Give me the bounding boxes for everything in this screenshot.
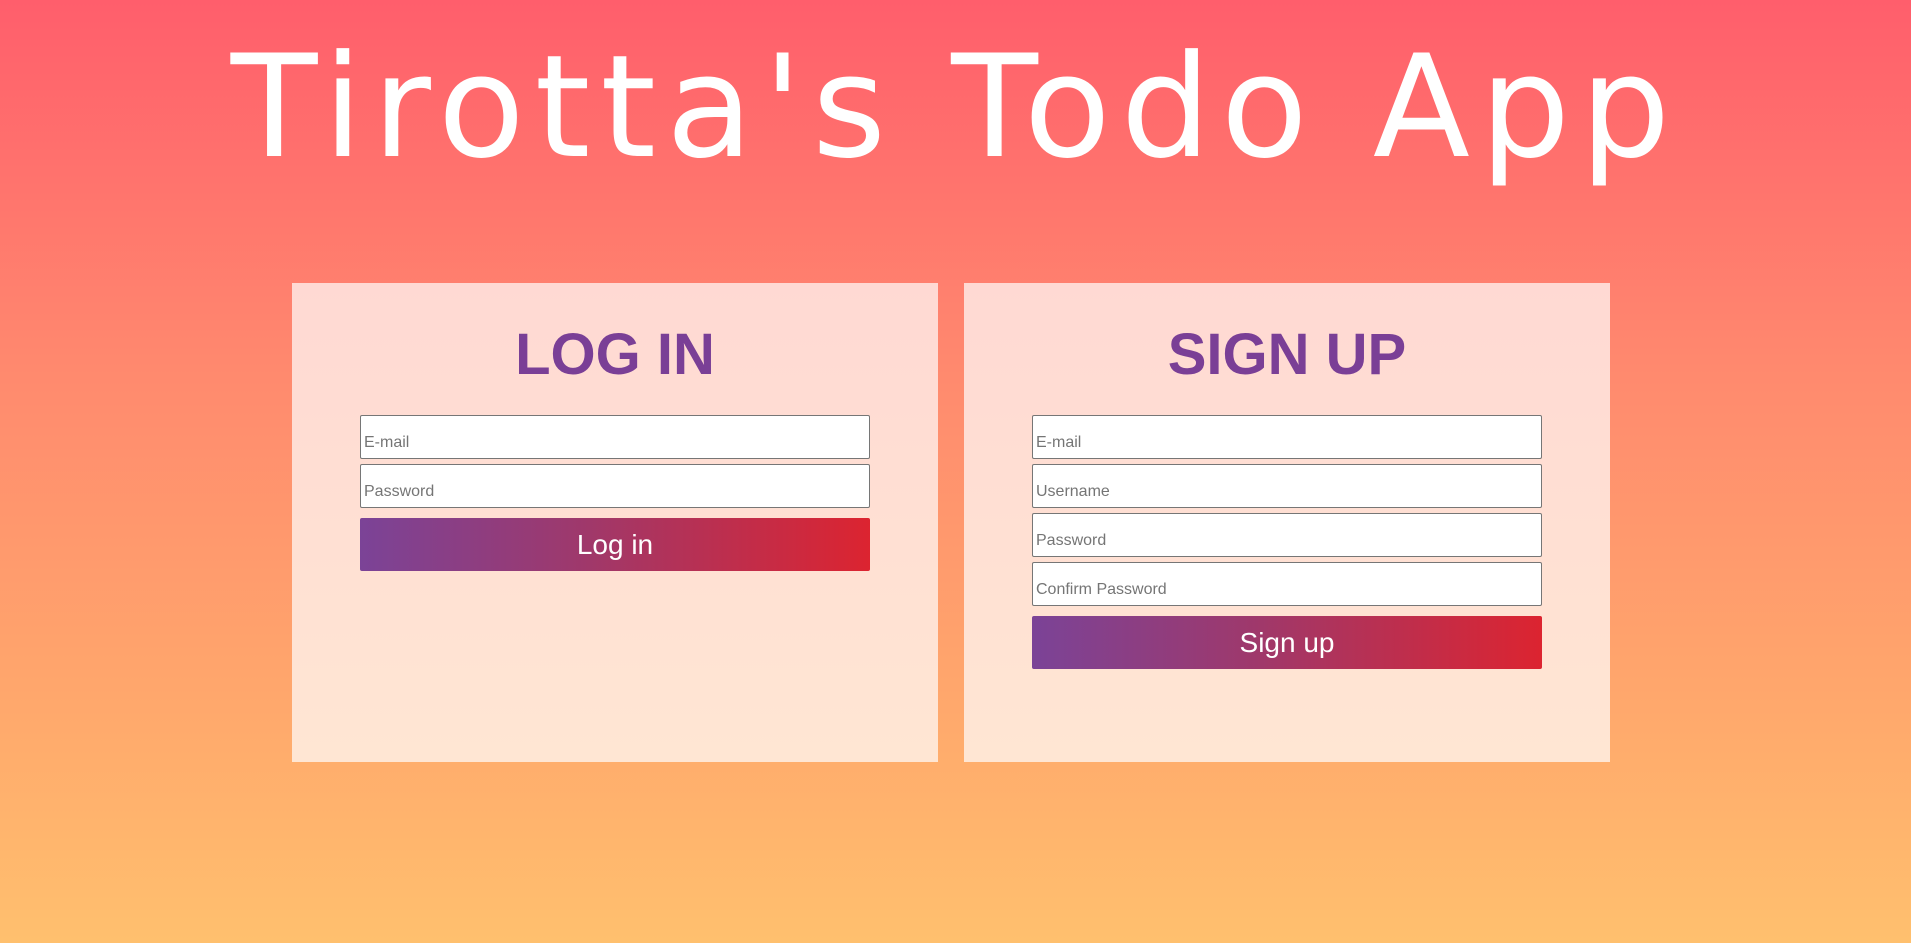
login-email-input[interactable] xyxy=(360,415,870,459)
signup-email-input[interactable] xyxy=(1032,415,1542,459)
signup-button[interactable]: Sign up xyxy=(1032,616,1542,669)
login-button[interactable]: Log in xyxy=(360,518,870,571)
signup-heading: SIGN UP xyxy=(1167,322,1407,387)
login-password-input[interactable] xyxy=(360,464,870,508)
signup-form: Sign up xyxy=(1032,415,1542,669)
signup-password-input[interactable] xyxy=(1032,513,1542,557)
app-title: Tirotta's Todo App xyxy=(230,25,1681,190)
signup-confirm-password-input[interactable] xyxy=(1032,562,1542,606)
login-panel: LOG IN Log in xyxy=(292,283,938,762)
login-heading: LOG IN xyxy=(515,322,715,387)
signup-panel: SIGN UP Sign up xyxy=(964,283,1610,762)
signup-username-input[interactable] xyxy=(1032,464,1542,508)
login-form: Log in xyxy=(360,415,870,571)
